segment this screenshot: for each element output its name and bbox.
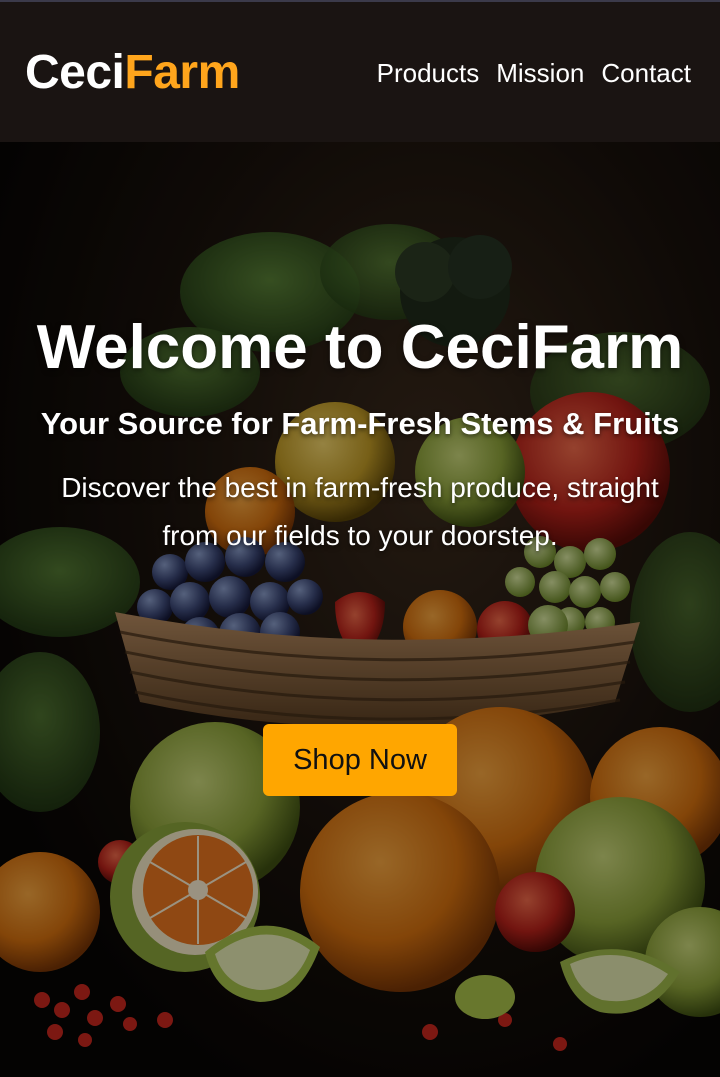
hero-overlay	[0, 142, 720, 1077]
page: CeciFarm Products Mission Contact Welcom…	[0, 0, 720, 1077]
shop-now-button[interactable]: Shop Now	[263, 724, 457, 796]
main-nav: Products Mission Contact	[377, 56, 691, 90]
hero-description: Discover the best in farm-fresh produce,…	[61, 472, 659, 551]
hero-title: Welcome to CeciFarm	[36, 313, 684, 382]
site-header: CeciFarm Products Mission Contact	[0, 0, 720, 142]
nav-link-mission[interactable]: Mission	[496, 56, 584, 90]
hero-subtitle: Your Source for Farm-Fresh Stems & Fruit…	[40, 406, 680, 441]
logo-text-farm: Farm	[124, 46, 240, 99]
nav-link-contact[interactable]: Contact	[601, 56, 691, 90]
logo-text-ceci: Ceci	[25, 46, 125, 99]
hero-section: Welcome to CeciFarm Your Source for Farm…	[0, 142, 720, 1077]
site-logo[interactable]: CeciFarm	[25, 46, 240, 100]
nav-link-products[interactable]: Products	[377, 56, 480, 90]
